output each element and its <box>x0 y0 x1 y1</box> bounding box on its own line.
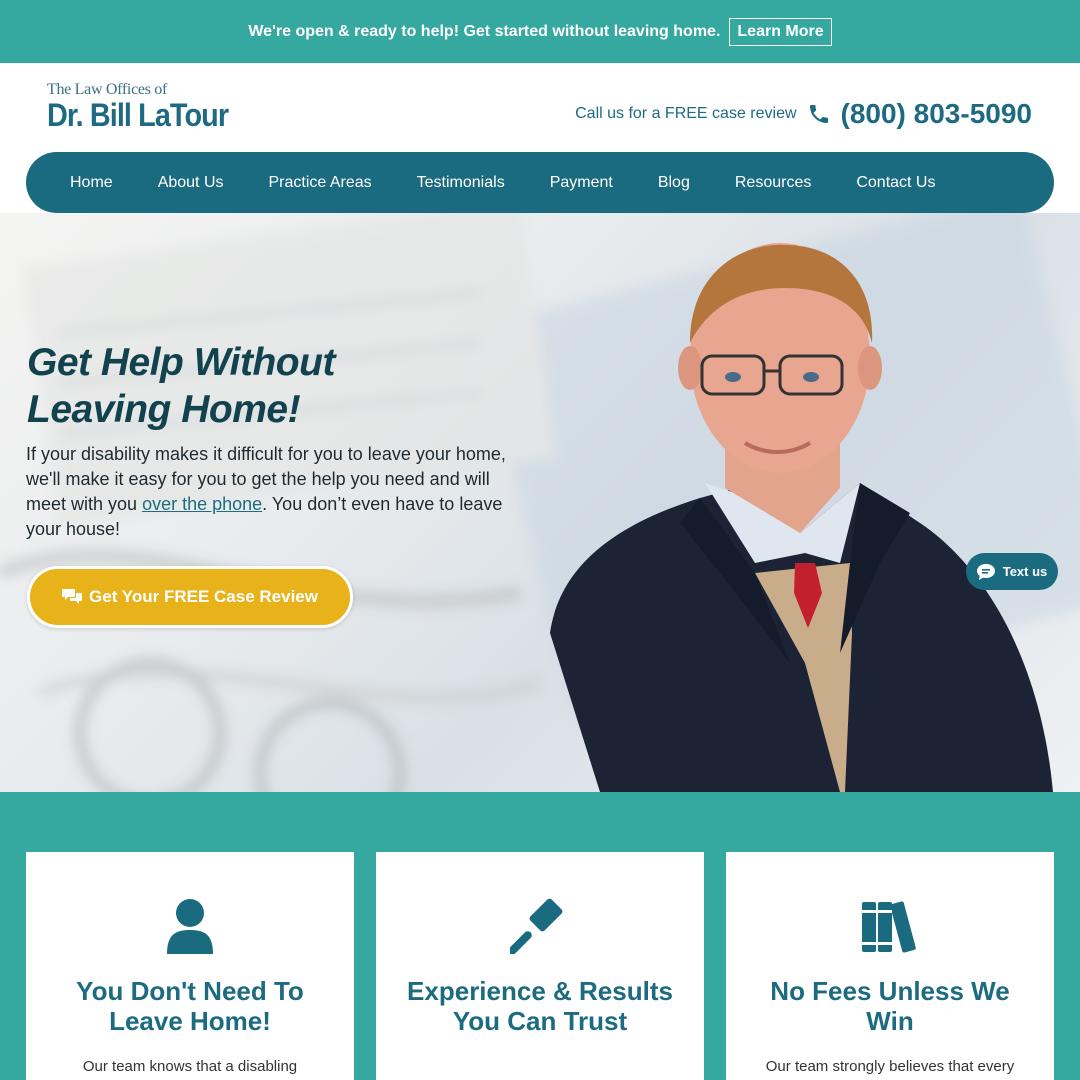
features-section: You Don't Need To Leave Home! Our team k… <box>0 792 1080 1080</box>
text-us-button[interactable]: Text us <box>966 553 1058 590</box>
announcement-text: We're open & ready to help! Get started … <box>248 22 721 40</box>
books-icon <box>862 901 916 953</box>
feature-card: You Don't Need To Leave Home! Our team k… <box>26 852 354 1080</box>
nav-item-contact-us[interactable]: Contact Us <box>856 174 935 192</box>
logo-title: Dr. Bill LaTour <box>47 97 229 133</box>
gavel-icon <box>510 898 563 954</box>
hero-title-line-2: Leaving Home! <box>27 388 301 431</box>
message-icon <box>976 563 995 580</box>
announcement-bar: We're open & ready to help! Get started … <box>0 0 1080 63</box>
feature-title: You Don't Need To Leave Home! <box>76 976 304 1036</box>
feature-text: Our team knows that a disabling <box>82 1058 298 1075</box>
attorney-photo <box>550 243 1053 792</box>
feature-card: Experience & Results You Can Trust <box>376 852 704 1080</box>
feature-title: No Fees Unless We Win <box>770 976 1010 1036</box>
feature-title: Experience & Results You Can Trust <box>407 976 673 1036</box>
phone-icon <box>809 105 828 123</box>
call-block: Call us for a FREE case review (800) 803… <box>575 98 1032 130</box>
nav-item-home[interactable]: Home <box>70 174 113 192</box>
feature-text: Our team strongly believes that every <box>765 1058 1015 1075</box>
nav-item-blog[interactable]: Blog <box>658 174 690 192</box>
main-nav: Home About Us Practice Areas Testimonial… <box>26 152 1054 213</box>
nav-item-practice-areas[interactable]: Practice Areas <box>269 174 372 192</box>
nav-item-testimonials[interactable]: Testimonials <box>417 174 505 192</box>
site-logo[interactable]: The Law Offices of Dr. Bill LaTour <box>47 81 248 134</box>
free-case-review-button[interactable]: Get Your FREE Case Review <box>27 566 353 628</box>
feature-card: No Fees Unless We Win Our team strongly … <box>726 852 1054 1080</box>
user-icon <box>167 899 213 954</box>
hero-description: If your disability makes it difficult fo… <box>26 442 526 542</box>
call-label: Call us for a FREE case review <box>575 105 797 122</box>
hero-section: Get Help Without Leaving Home! If your d… <box>0 213 1080 792</box>
nav-item-about-us[interactable]: About Us <box>158 174 224 192</box>
text-us-label: Text us <box>1002 564 1048 579</box>
hero-title-line-1: Get Help Without <box>27 341 335 384</box>
over-the-phone-link[interactable]: over the phone <box>142 494 262 514</box>
nav-item-payment[interactable]: Payment <box>550 174 613 192</box>
phone-number[interactable]: (800) 803-5090 <box>841 98 1032 130</box>
learn-more-button[interactable]: Learn More <box>729 17 832 46</box>
site-header: The Law Offices of Dr. Bill LaTour Call … <box>0 63 1080 153</box>
nav-item-resources[interactable]: Resources <box>735 174 811 192</box>
hero-title: Get Help Without Leaving Home! <box>27 339 335 433</box>
cta-label: Get Your FREE Case Review <box>89 587 318 606</box>
chat-bubbles-icon <box>62 589 83 604</box>
